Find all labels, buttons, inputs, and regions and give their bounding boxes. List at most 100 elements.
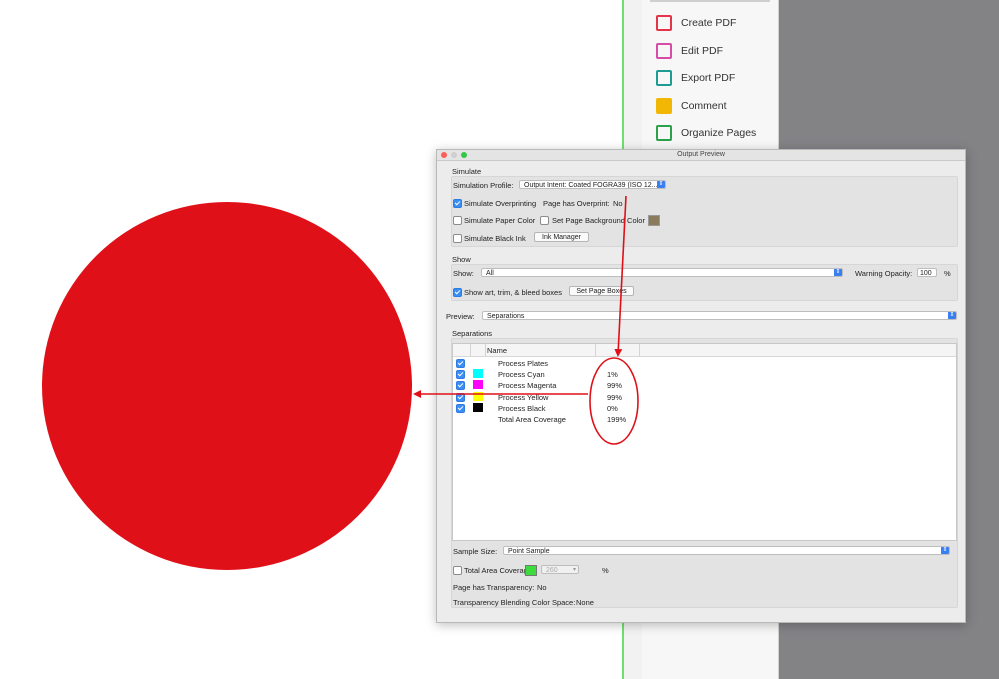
black-swatch	[473, 403, 483, 412]
page-overprint-label: Page has Overprint:	[543, 199, 610, 208]
separation-name: Total Area Coverage	[498, 415, 566, 424]
dialog-titlebar: Output Preview	[437, 150, 965, 161]
separation-value: 99%	[607, 381, 623, 390]
show-heading: Show	[452, 255, 471, 264]
separation-name: Process Cyan	[498, 370, 545, 379]
show-boxes-label: Show art, trim, & bleed boxes	[464, 288, 562, 297]
separations-table-header: Name	[453, 344, 956, 357]
tool-label: Organize Pages	[681, 127, 757, 139]
tools-panel-top-divider	[650, 0, 770, 2]
chevron-updown-icon: ⇕	[941, 547, 949, 554]
tool-label: Edit PDF	[681, 45, 724, 57]
comment-icon	[656, 98, 672, 114]
preview-select[interactable]: Separations ⇕	[482, 311, 957, 320]
tool-create-pdf[interactable]: Create PDF	[656, 11, 736, 35]
column-header-name: Name	[487, 346, 508, 355]
output-preview-dialog: Output Preview Simulate Simulation Profi…	[436, 149, 966, 623]
column-divider	[595, 344, 596, 356]
separation-value: 99%	[607, 393, 623, 402]
tool-comment[interactable]: Comment	[656, 94, 727, 118]
blending-space-value: None	[576, 598, 594, 607]
chevron-updown-icon: ⇕	[948, 312, 956, 319]
tool-label: Comment	[681, 100, 727, 112]
separation-row-process-yellow[interactable]: Process Yellow 99%	[453, 391, 956, 402]
separation-name: Process Black	[498, 404, 546, 413]
sample-size-label: Sample Size:	[453, 547, 498, 556]
tool-export-pdf[interactable]: Export PDF	[656, 66, 735, 90]
show-value: All	[486, 270, 494, 277]
red-circle-artwork	[42, 202, 412, 570]
tool-edit-pdf[interactable]: Edit PDF	[656, 39, 723, 63]
tool-label: Create PDF	[681, 17, 737, 29]
warning-opacity-input[interactable]: 100	[917, 268, 937, 277]
export-pdf-icon	[656, 70, 672, 86]
chevron-updown-icon: ⇕	[657, 181, 665, 188]
separation-name: Process Yellow	[498, 393, 549, 402]
page-overprint-value: No	[613, 199, 623, 208]
show-select[interactable]: All ⇕	[481, 268, 843, 277]
separation-checkbox[interactable]	[456, 370, 465, 379]
sample-size-value: Point Sample	[508, 548, 550, 555]
magenta-swatch	[473, 380, 483, 389]
simulate-heading: Simulate	[452, 167, 482, 176]
page-transparency-label: Page has Transparency:	[453, 583, 535, 592]
total-area-coverage-label: Total Area Coverage	[464, 566, 532, 575]
set-page-background-checkbox[interactable]	[540, 216, 549, 225]
yellow-swatch	[473, 392, 483, 401]
total-area-coverage-value: 260	[546, 567, 558, 574]
separation-name: Process Magenta	[498, 381, 557, 390]
separation-value: 1%	[607, 370, 618, 379]
tool-organize-pages[interactable]: Organize Pages	[656, 121, 756, 145]
preview-label: Preview:	[446, 312, 475, 321]
simulate-black-ink-label: Simulate Black Ink	[464, 234, 526, 243]
background-color-swatch[interactable]	[648, 215, 660, 226]
tool-label: Export PDF	[681, 72, 736, 84]
separation-checkbox[interactable]	[456, 381, 465, 390]
set-page-background-label: Set Page Background Color	[552, 216, 645, 225]
column-divider	[485, 344, 486, 356]
preview-value: Separations	[487, 313, 525, 320]
simulation-profile-select[interactable]: Output Intent: Coated FOGRA39 (ISO 12...…	[519, 180, 666, 189]
separations-heading: Separations	[452, 329, 493, 338]
create-pdf-icon	[656, 15, 672, 31]
total-area-coverage-unit: %	[602, 566, 609, 575]
ink-manager-button[interactable]: Ink Manager	[534, 232, 589, 242]
separation-checkbox[interactable]	[456, 393, 465, 402]
chevron-down-icon: ▾	[572, 567, 576, 573]
separation-value: 199%	[607, 415, 627, 424]
separation-value: 0%	[607, 404, 618, 413]
sample-size-select[interactable]: Point Sample ⇕	[503, 546, 950, 555]
separation-row-total-area-coverage[interactable]: Total Area Coverage 199%	[453, 413, 956, 424]
dialog-title: Output Preview	[677, 151, 725, 158]
page-transparency-value: No	[537, 583, 547, 592]
separation-row-process-magenta[interactable]: Process Magenta 99%	[453, 379, 956, 390]
edit-pdf-icon	[656, 43, 672, 59]
chevron-updown-icon: ⇕	[834, 269, 842, 276]
simulate-overprinting-label: Simulate Overprinting	[464, 199, 537, 208]
column-divider	[639, 344, 640, 356]
simulation-profile-label: Simulation Profile:	[453, 181, 514, 190]
warning-opacity-unit: %	[944, 269, 951, 278]
separation-checkbox[interactable]	[456, 404, 465, 413]
cyan-swatch	[473, 369, 483, 378]
show-boxes-checkbox[interactable]	[453, 288, 462, 297]
simulate-black-ink-checkbox[interactable]	[453, 234, 462, 243]
organize-pages-icon	[656, 125, 672, 141]
separation-row-process-black[interactable]: Process Black 0%	[453, 402, 956, 413]
total-area-coverage-checkbox[interactable]	[453, 566, 462, 575]
separation-checkbox[interactable]	[456, 359, 465, 368]
simulation-profile-value: Output Intent: Coated FOGRA39 (ISO 12...	[524, 182, 658, 189]
separation-row-process-plates[interactable]: Process Plates	[453, 357, 956, 368]
separations-table: Name Process Plates Process Cyan 1% Proc…	[452, 343, 957, 541]
simulate-paper-color-checkbox[interactable]	[453, 216, 462, 225]
separation-row-process-cyan[interactable]: Process Cyan 1%	[453, 368, 956, 379]
column-divider	[470, 344, 471, 356]
set-page-boxes-button[interactable]: Set Page Boxes	[569, 286, 634, 296]
total-area-coverage-input[interactable]: 260 ▾	[541, 565, 579, 574]
simulate-overprinting-checkbox[interactable]	[453, 199, 462, 208]
show-label: Show:	[453, 269, 474, 278]
simulate-paper-color-label: Simulate Paper Color	[464, 216, 536, 225]
warning-opacity-label: Warning Opacity:	[855, 269, 913, 278]
blending-space-label: Transparency Blending Color Space:	[453, 598, 576, 607]
coverage-color-swatch[interactable]	[525, 565, 537, 576]
